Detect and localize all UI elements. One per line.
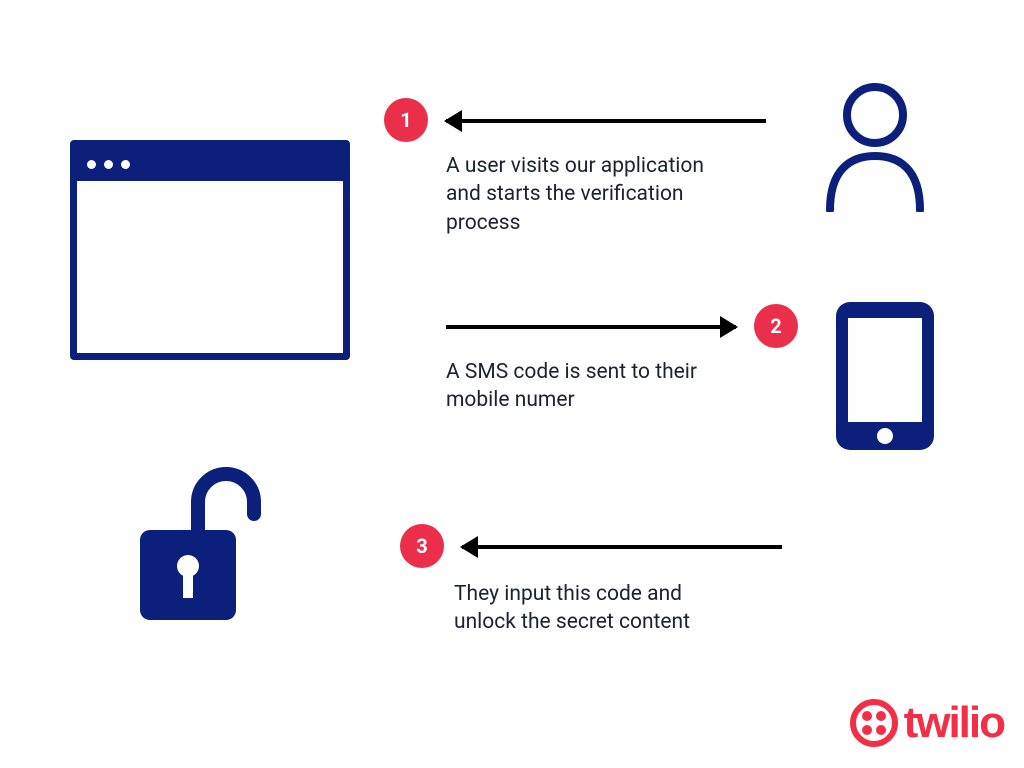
step-2-badge: 2 (754, 304, 798, 348)
twilio-logo: twilio (850, 698, 1004, 748)
smartphone-icon (830, 296, 940, 456)
step-3-number: 3 (416, 534, 427, 558)
browser-window-icon (70, 140, 350, 360)
step-1-description: A user visits our application and starts… (446, 152, 726, 237)
step-3-description: They input this code and unlock the secr… (454, 580, 714, 637)
step-2-number: 2 (770, 314, 781, 338)
step-1-number: 1 (400, 108, 411, 132)
step-2-description: A SMS code is sent to their mobile numer (446, 358, 706, 415)
unlocked-padlock-icon (126, 460, 266, 630)
arrow-left-icon (462, 544, 782, 550)
user-icon (820, 82, 930, 212)
arrow-left-icon (446, 118, 766, 124)
twilio-logo-icon (850, 699, 898, 747)
verification-flow-diagram: 1 A user visits our application and star… (0, 0, 1024, 768)
step-3-badge: 3 (400, 524, 444, 568)
step-1-badge: 1 (384, 98, 428, 142)
twilio-wordmark: twilio (904, 698, 1004, 748)
arrow-right-icon (446, 324, 736, 330)
